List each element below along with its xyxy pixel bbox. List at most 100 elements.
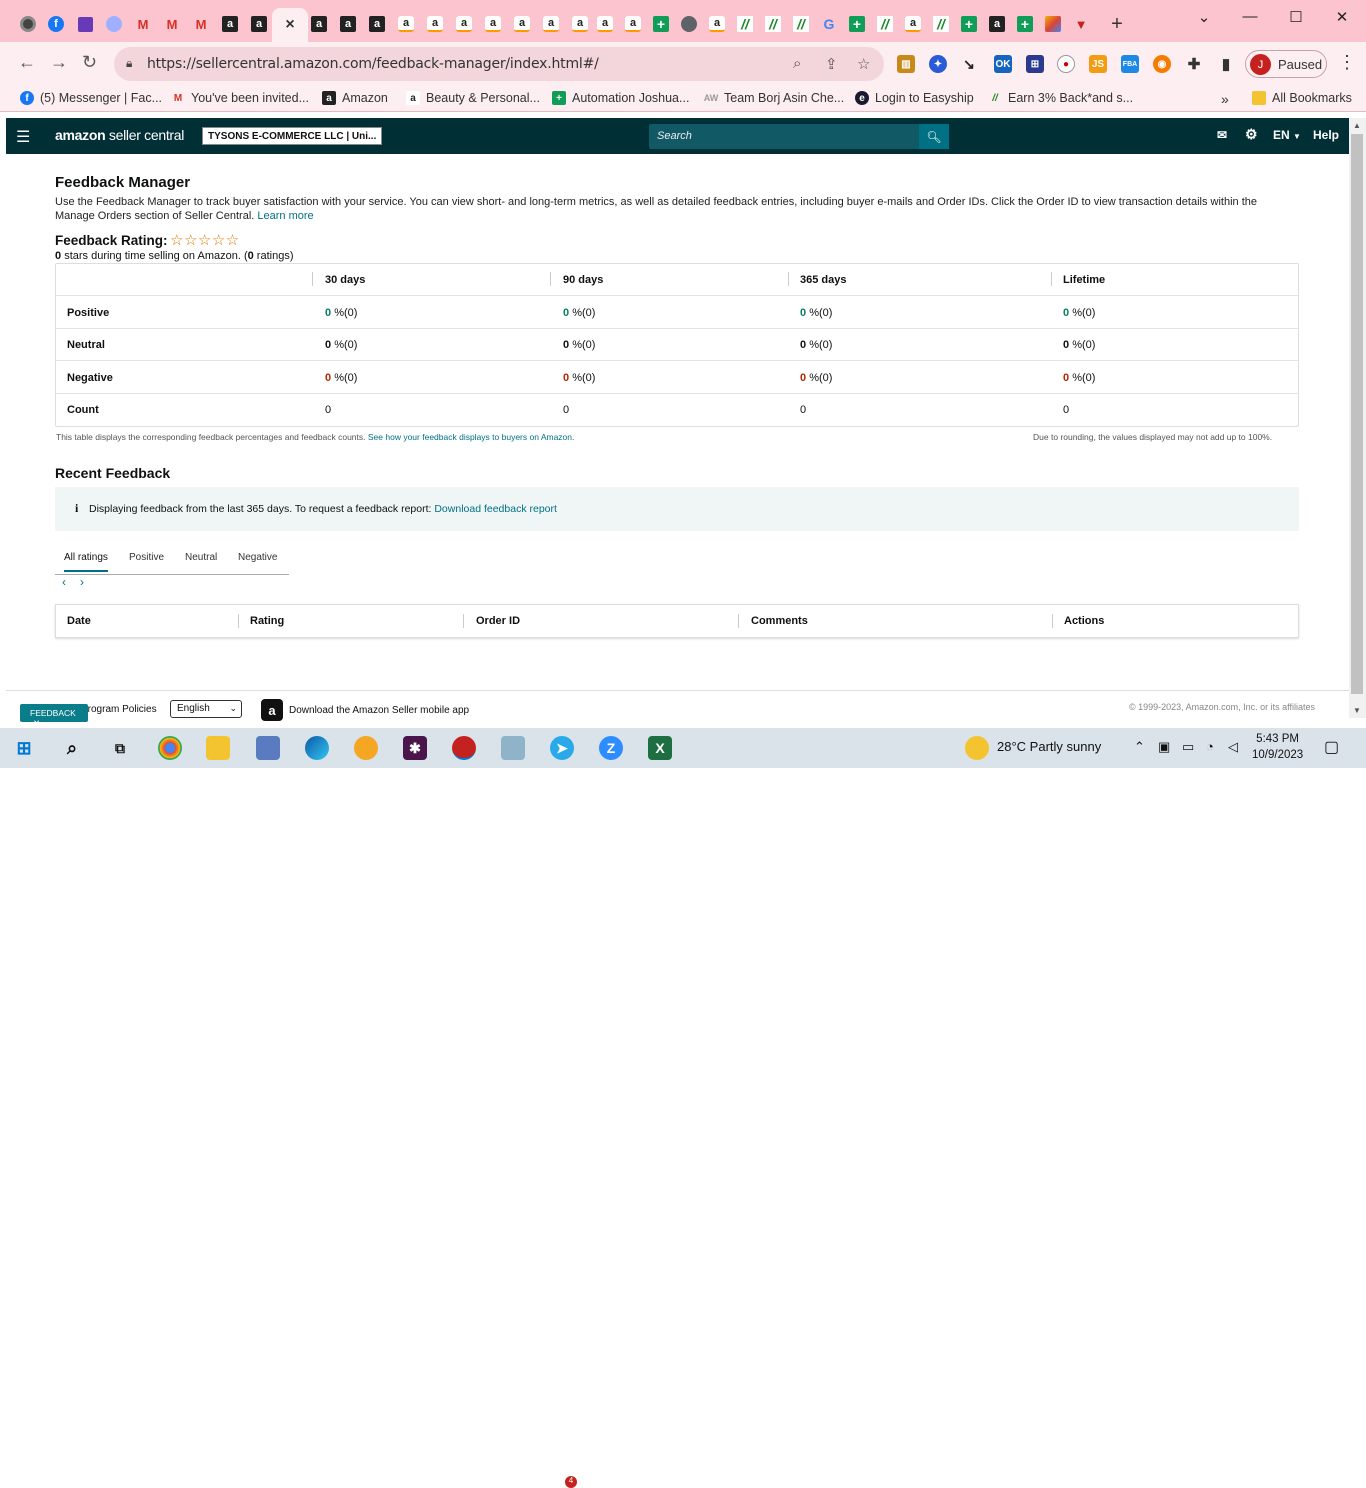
tab-facebook[interactable]: f <box>45 13 67 35</box>
chevron-right-icon[interactable]: › <box>80 575 84 589</box>
tab-sheets-3[interactable]: + <box>958 13 980 35</box>
search-icon[interactable]: 🔍︎ <box>919 124 949 149</box>
edge-icon[interactable] <box>305 736 329 760</box>
notepad-icon[interactable] <box>501 736 525 760</box>
tab-cashback-2[interactable]: // <box>762 13 784 35</box>
column-header[interactable]: Date <box>67 615 91 627</box>
seller-central-logo[interactable]: amazon seller central <box>55 127 184 143</box>
learn-more-link[interactable]: Learn more <box>257 210 313 222</box>
honey-extension-icon[interactable]: ▥ <box>897 55 915 73</box>
fba-extension-icon[interactable]: FBA <box>1121 55 1139 73</box>
tab-cashback-3[interactable]: // <box>790 13 812 35</box>
pokeball-extension-icon[interactable]: ● <box>1057 55 1075 73</box>
share-icon[interactable]: ⇪ <box>825 55 838 73</box>
tab-sheets-2[interactable]: + <box>846 13 868 35</box>
keepa-extension-icon[interactable]: ⊞ <box>1026 55 1044 73</box>
search-input[interactable]: Search <box>657 130 692 142</box>
mail-icon[interactable]: ✉ <box>1217 128 1227 142</box>
kebab-menu-icon[interactable]: ⋮ <box>1338 52 1356 73</box>
tab-amazon-7[interactable]: a <box>424 13 446 35</box>
tab-forms[interactable] <box>74 13 96 35</box>
reload-icon[interactable]: ↻ <box>82 52 97 73</box>
excel-icon[interactable]: X <box>648 736 672 760</box>
column-header[interactable]: Rating <box>250 615 284 627</box>
wifi-icon[interactable]: ◔ <box>1206 739 1214 754</box>
extension-icon[interactable]: ✦ <box>929 55 947 73</box>
all-bookmarks-button[interactable]: All Bookmarks <box>1252 91 1352 105</box>
bookmark-item[interactable]: AW Team Borj Asin Che... <box>704 91 844 105</box>
notifications-icon[interactable]: ▢ <box>1324 737 1339 757</box>
zoom-icon[interactable]: ⌕ <box>793 55 801 72</box>
tab-amazon-1[interactable]: a <box>219 13 241 35</box>
scrollbar-thumb[interactable] <box>1351 134 1363 694</box>
tab-vpn[interactable]: ▼ <box>1070 13 1092 35</box>
js-extension-icon[interactable]: JS <box>1089 55 1107 73</box>
tab-amazon-3[interactable]: a <box>308 13 330 35</box>
tab-amazon-17[interactable]: a <box>986 13 1008 35</box>
forward-arrow-icon[interactable]: → <box>50 52 68 73</box>
column-header[interactable]: Comments <box>751 615 808 627</box>
feedback-button[interactable]: FEEDBACK ✕ <box>20 704 88 728</box>
slack-icon[interactable]: ✱ <box>403 736 427 760</box>
scroll-up-icon[interactable]: ▲ <box>1353 121 1361 130</box>
tab-amazon-15[interactable]: a <box>706 13 728 35</box>
chevron-up-icon[interactable]: ⌃ <box>1134 739 1145 755</box>
program-policies-link[interactable]: Program Policies <box>81 704 157 715</box>
address-bar[interactable]: 🔒︎ https://sellercentral.amazon.com/feed… <box>114 47 884 81</box>
mobile-app-link[interactable]: a Download the Amazon Seller mobile app <box>261 699 469 721</box>
tab-active[interactable]: × <box>272 8 308 42</box>
search-box[interactable]: Search 🔍︎ <box>649 124 949 149</box>
tab-circle[interactable] <box>103 13 125 35</box>
tab-amazon-6[interactable]: a <box>395 13 417 35</box>
tab-amazon-11[interactable]: a <box>540 13 562 35</box>
tab-amazon-10[interactable]: a <box>511 13 533 35</box>
profile-button[interactable]: J Paused <box>1245 50 1327 78</box>
tab-cashback-1[interactable]: // <box>734 13 756 35</box>
search-icon[interactable]: ⌕ <box>60 736 84 760</box>
ok-extension-icon[interactable]: OK <box>994 55 1012 73</box>
tab-amazon-8[interactable]: a <box>453 13 475 35</box>
url-text[interactable]: https://sellercentral.amazon.com/feedbac… <box>147 56 599 72</box>
tab-pencil[interactable] <box>1042 13 1064 35</box>
language-dropdown[interactable]: EN ▼ <box>1273 128 1301 142</box>
tab-amazon-16[interactable]: a <box>902 13 924 35</box>
bookmark-item[interactable]: f (5) Messenger | Fac... <box>20 91 162 105</box>
bookmarks-overflow-button[interactable]: » <box>1221 91 1229 107</box>
tab-gmail-1[interactable]: M <box>132 13 154 35</box>
telegram-icon[interactable]: ➤ <box>550 736 574 760</box>
tab-cashback-5[interactable]: // <box>930 13 952 35</box>
tab-amazon-12[interactable]: a <box>569 13 591 35</box>
tab-amazon-5[interactable]: a <box>366 13 388 35</box>
tab-gmail-3[interactable]: M <box>190 13 212 35</box>
tab-sheets-4[interactable]: + <box>1014 13 1036 35</box>
scroll-down-icon[interactable]: ▼ <box>1353 706 1361 715</box>
new-tab-button[interactable]: + <box>1106 13 1128 35</box>
battery-icon[interactable]: ▭ <box>1182 739 1194 755</box>
sidepanel-icon[interactable]: ▮ <box>1217 55 1235 73</box>
tab-globe[interactable] <box>678 13 700 35</box>
language-select[interactable]: English ⌄ <box>170 700 242 718</box>
puzzle-icon[interactable]: ✚ <box>1185 55 1203 73</box>
system-clock[interactable]: 5:43 PM 10/9/2023 <box>1252 731 1303 763</box>
column-header[interactable]: Actions <box>1064 615 1104 627</box>
tab-gmail-2[interactable]: M <box>161 13 183 35</box>
bookmark-star-icon[interactable]: ☆ <box>857 55 870 73</box>
bookmark-item[interactable]: a Amazon <box>322 91 388 105</box>
chrome-icon[interactable] <box>158 736 182 760</box>
tab-neutral[interactable]: Neutral <box>185 552 217 563</box>
tab-amazon-14[interactable]: a <box>622 13 644 35</box>
bookmark-item[interactable]: + Automation Joshua... <box>552 91 689 105</box>
cursor-extension-icon[interactable]: ↘ <box>960 55 978 73</box>
tab-chrome[interactable] <box>17 13 39 35</box>
meet-now-icon[interactable]: ▣ <box>1158 739 1170 755</box>
hamburger-menu-icon[interactable]: ☰ <box>16 127 30 147</box>
chevron-left-icon[interactable]: ‹ <box>62 575 66 589</box>
tab-amazon-2[interactable]: a <box>248 13 270 35</box>
tab-all-ratings[interactable]: All ratings <box>64 552 108 572</box>
bookmark-item[interactable]: M You've been invited... <box>171 91 309 105</box>
close-window-button[interactable]: ✕ <box>1327 8 1357 26</box>
network-app-icon[interactable] <box>256 736 280 760</box>
tab-amazon-4[interactable]: a <box>337 13 359 35</box>
bookmark-item[interactable]: // Earn 3% Back*and s... <box>988 91 1133 105</box>
tab-amazon-13[interactable]: a <box>594 13 616 35</box>
